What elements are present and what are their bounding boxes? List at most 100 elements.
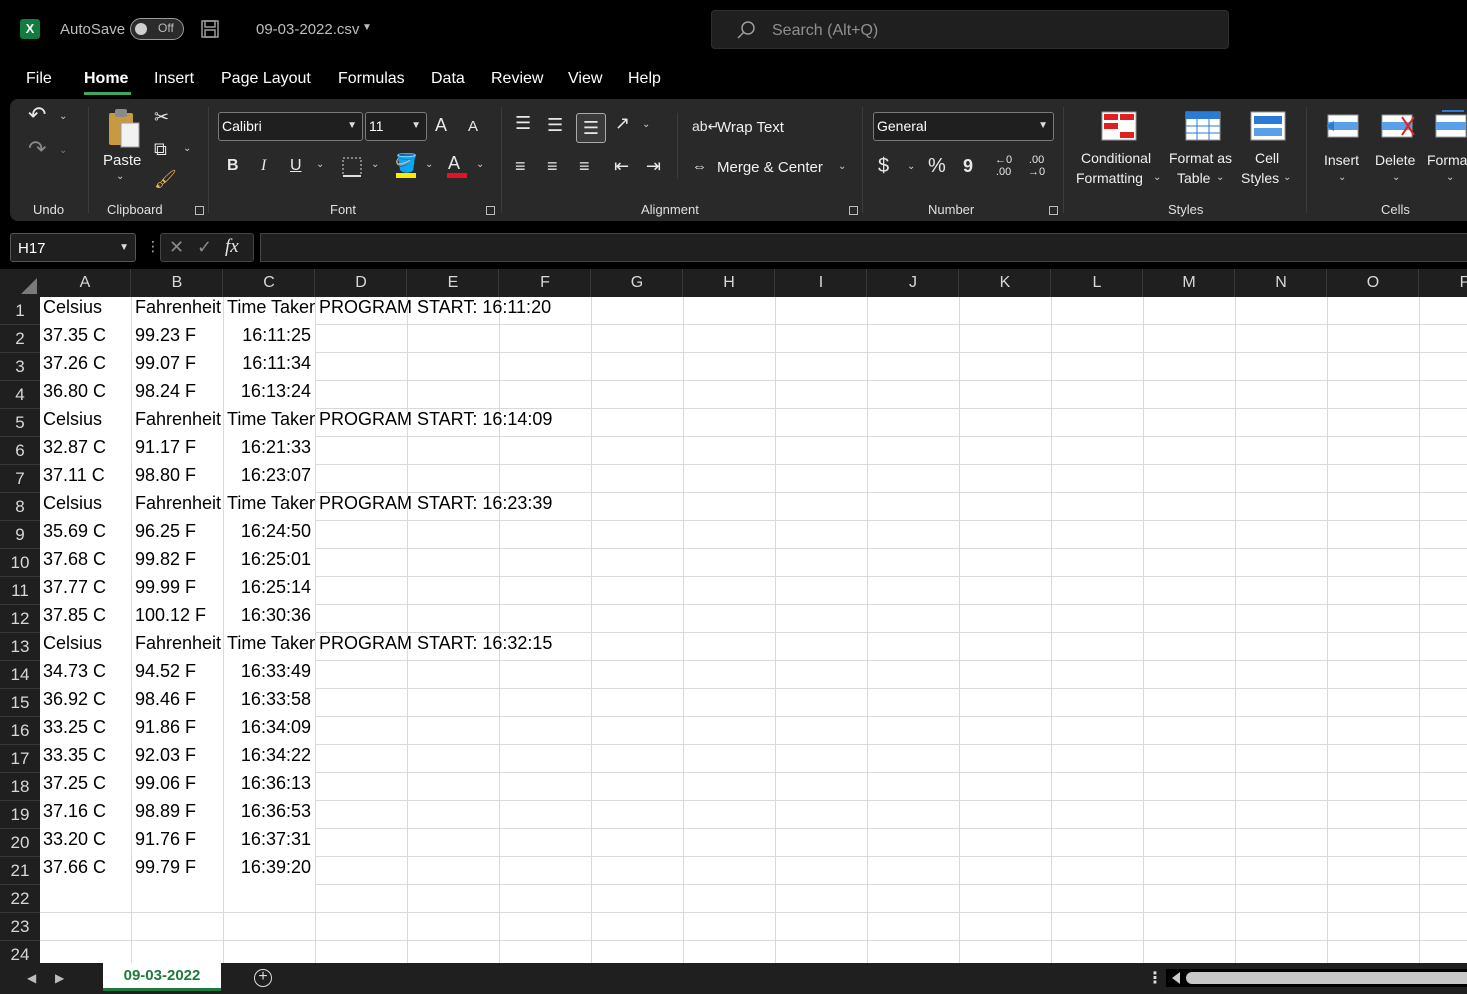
cell[interactable]: 16:11:25: [224, 325, 315, 353]
conditional-formatting-label[interactable]: Conditional: [1081, 150, 1151, 166]
cell[interactable]: Fahrenheit: [132, 409, 223, 437]
wrap-text-button[interactable]: Wrap Text: [717, 119, 784, 136]
enter-icon[interactable]: ✓: [197, 237, 212, 257]
cell[interactable]: Celsius: [40, 409, 131, 437]
copy-dropdown-icon[interactable]: ⌄: [183, 143, 191, 154]
decrease-indent-icon[interactable]: ⇤: [614, 156, 629, 176]
cell[interactable]: 16:39:20: [224, 857, 315, 885]
copy-icon[interactable]: ⧉: [154, 139, 167, 159]
cell[interactable]: 99.23 F: [132, 325, 223, 353]
format-as-table-label-2[interactable]: Table: [1177, 170, 1210, 186]
cell[interactable]: 16:23:07: [224, 465, 315, 493]
row-header[interactable]: 20: [0, 829, 40, 857]
chevron-down-icon[interactable]: ⌄: [1446, 172, 1454, 183]
select-all-button[interactable]: [0, 269, 40, 297]
cell[interactable]: Time Taken: [224, 409, 315, 437]
row-header[interactable]: 6: [0, 437, 40, 465]
cell[interactable]: 34.73 C: [40, 661, 131, 689]
cell[interactable]: 37.26 C: [40, 353, 131, 381]
row-header[interactable]: 9: [0, 521, 40, 549]
cell[interactable]: 16:30:36: [224, 605, 315, 633]
cell[interactable]: PROGRAM START: 16:32:15: [316, 633, 596, 661]
row-header[interactable]: 1: [0, 297, 40, 325]
conditional-formatting-label-2[interactable]: Formatting: [1076, 170, 1143, 186]
column-header[interactable]: B: [132, 269, 223, 297]
conditional-formatting-icon[interactable]: [1101, 111, 1137, 141]
cell[interactable]: PROGRAM START: 16:23:39: [316, 493, 596, 521]
tab-splitter-icon[interactable]: ⋮: [1147, 968, 1163, 988]
column-header[interactable]: C: [224, 269, 315, 297]
file-name[interactable]: 09-03-2022.csv: [256, 21, 359, 38]
cell[interactable]: 37.66 C: [40, 857, 131, 885]
delete-cells-label[interactable]: Delete: [1375, 152, 1415, 168]
underline-button[interactable]: U: [290, 156, 302, 176]
row-header[interactable]: 22: [0, 885, 40, 913]
cell[interactable]: 94.52 F: [132, 661, 223, 689]
comma-style-icon[interactable]: 9: [963, 156, 973, 176]
column-header[interactable]: G: [592, 269, 683, 297]
format-as-table-label[interactable]: Format as: [1169, 150, 1232, 166]
font-name-dropdown[interactable]: Calibri ▼: [218, 112, 363, 141]
scroll-tabs-left-icon[interactable]: ◀: [27, 971, 36, 985]
cell[interactable]: 16:11:34: [224, 353, 315, 381]
align-middle-icon[interactable]: ☰: [547, 115, 563, 135]
cell[interactable]: 33.25 C: [40, 717, 131, 745]
cell[interactable]: 16:25:01: [224, 549, 315, 577]
add-sheet-icon[interactable]: +: [254, 969, 272, 987]
cell[interactable]: Time Taken: [224, 633, 315, 661]
cell[interactable]: Celsius: [40, 297, 131, 325]
cell[interactable]: Fahrenheit: [132, 297, 223, 325]
cell[interactable]: Time Taken: [224, 493, 315, 521]
column-header[interactable]: H: [684, 269, 775, 297]
delete-cells-icon[interactable]: [1378, 111, 1416, 141]
grow-font-icon[interactable]: A: [435, 115, 447, 135]
cell-styles-label-2[interactable]: Styles: [1241, 170, 1279, 186]
cell[interactable]: 16:33:58: [224, 689, 315, 717]
orientation-icon[interactable]: ↗: [615, 113, 630, 133]
merge-center-icon[interactable]: ⇔: [692, 157, 707, 177]
cell[interactable]: Celsius: [40, 633, 131, 661]
cell[interactable]: Time Taken: [224, 297, 315, 325]
row-header[interactable]: 13: [0, 633, 40, 661]
cell[interactable]: 37.35 C: [40, 325, 131, 353]
cell[interactable]: 36.80 C: [40, 381, 131, 409]
column-header[interactable]: A: [40, 269, 131, 297]
row-header[interactable]: 4: [0, 381, 40, 409]
cell[interactable]: 37.77 C: [40, 577, 131, 605]
cell[interactable]: 37.11 C: [40, 465, 131, 493]
column-header[interactable]: D: [316, 269, 407, 297]
cell[interactable]: 16:21:33: [224, 437, 315, 465]
cell[interactable]: Celsius: [40, 493, 131, 521]
orientation-dropdown-icon[interactable]: ⌄: [642, 119, 650, 130]
cell[interactable]: 16:25:14: [224, 577, 315, 605]
menu-formulas[interactable]: Formulas: [338, 70, 405, 88]
chevron-down-icon[interactable]: ▼: [362, 22, 372, 33]
row-header[interactable]: 19: [0, 801, 40, 829]
underline-dropdown-icon[interactable]: ⌄: [316, 159, 324, 170]
column-header[interactable]: J: [868, 269, 959, 297]
align-center-icon[interactable]: ≡: [547, 156, 558, 176]
cell[interactable]: Fahrenheit: [132, 493, 223, 521]
cell[interactable]: 98.89 F: [132, 801, 223, 829]
decrease-decimal-icon[interactable]: .00 →0: [1028, 154, 1045, 178]
align-bottom-icon[interactable]: ☰: [576, 113, 606, 143]
paste-label[interactable]: Paste: [103, 152, 141, 169]
row-header[interactable]: 14: [0, 661, 40, 689]
menu-view[interactable]: View: [568, 70, 602, 88]
row-header[interactable]: 5: [0, 409, 40, 437]
number-format-dropdown[interactable]: General ▼: [873, 112, 1054, 141]
cell[interactable]: 98.24 F: [132, 381, 223, 409]
row-header[interactable]: 21: [0, 857, 40, 885]
cell[interactable]: 91.86 F: [132, 717, 223, 745]
font-launcher-icon[interactable]: [486, 206, 495, 215]
menu-review[interactable]: Review: [491, 70, 543, 88]
row-header[interactable]: 10: [0, 549, 40, 577]
increase-indent-icon[interactable]: ⇥: [646, 156, 661, 176]
cut-icon[interactable]: ✂: [154, 107, 169, 127]
menu-page-layout[interactable]: Page Layout: [221, 70, 311, 88]
menu-insert[interactable]: Insert: [154, 70, 194, 88]
column-header[interactable]: L: [1052, 269, 1143, 297]
column-header[interactable]: O: [1328, 269, 1419, 297]
redo-icon[interactable]: ↷: [28, 138, 46, 160]
cell[interactable]: 16:24:50: [224, 521, 315, 549]
